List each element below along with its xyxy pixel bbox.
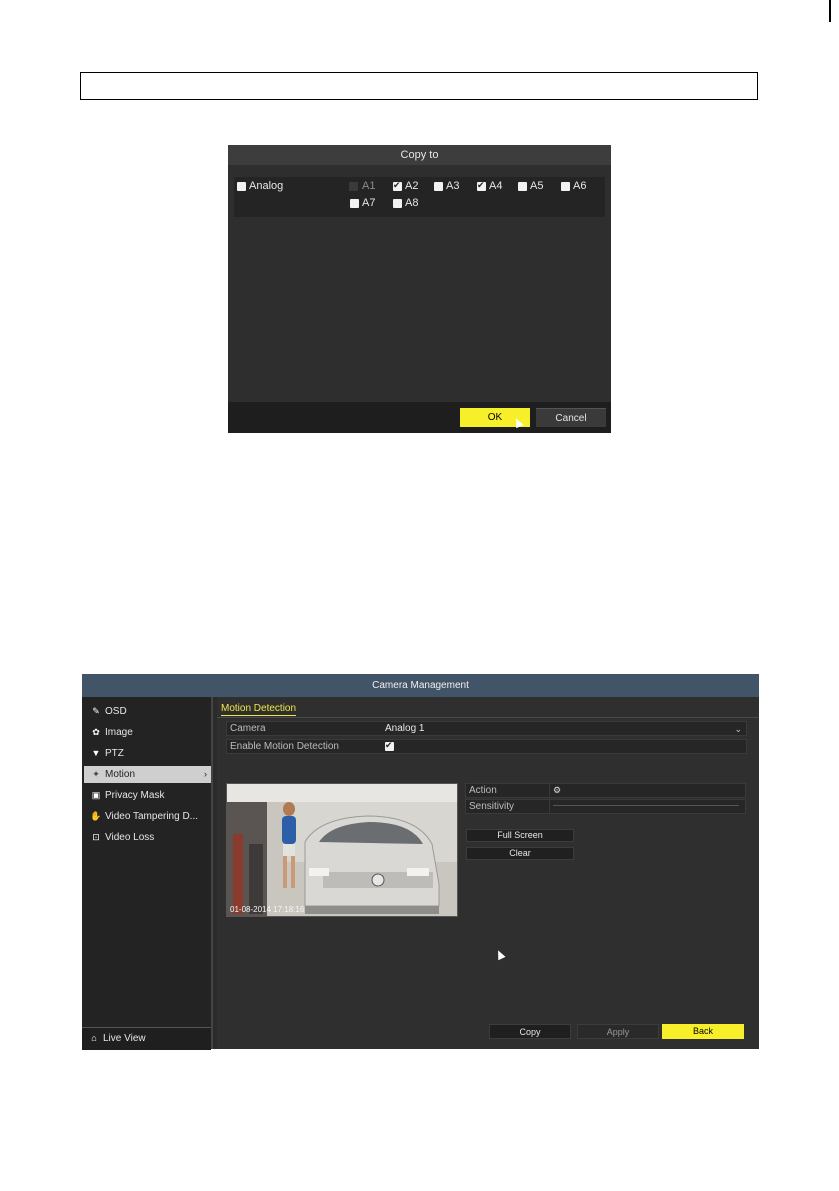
camera-select-value[interactable]: Analog 1	[385, 722, 424, 736]
sidebar-item-video-tampering[interactable]: ✋ Video Tampering D...	[84, 808, 211, 825]
channel-a1-label: A1	[362, 180, 376, 192]
channel-a4-label: A4	[489, 180, 503, 192]
window-title: Camera Management	[82, 674, 759, 697]
channel-a8-checkbox[interactable]	[393, 199, 402, 208]
tab-divider	[217, 717, 759, 718]
sidebar-item-video-loss[interactable]: ⊡ Video Loss	[84, 829, 211, 846]
sidebar-item-privacy-mask[interactable]: ▣ Privacy Mask	[84, 787, 211, 804]
back-button[interactable]: Back	[662, 1024, 744, 1039]
dialog-footer: OK Cancel	[228, 402, 611, 433]
clear-button[interactable]: Clear	[466, 847, 574, 860]
apply-button[interactable]: Apply	[577, 1024, 659, 1039]
live-view-button[interactable]: ⌂ Live View	[82, 1027, 211, 1050]
copy-to-dialog: Copy to Analog A1 A2 A3 A4 A5 A6 A7 A8 O…	[228, 145, 611, 433]
camera-label: Camera	[230, 723, 266, 734]
sidebar-item-label: Video Loss	[105, 832, 155, 843]
divider	[549, 784, 550, 797]
main-panel: Motion Detection Camera Analog 1 ⌄ Enabl…	[217, 697, 759, 1049]
analog-checkbox[interactable]	[237, 182, 246, 191]
channel-a2-label: A2	[405, 180, 419, 192]
live-view-label: Live View	[103, 1033, 146, 1044]
sidebar: ✎ OSD ✿ Image ▼ PTZ ✦ Motion › ▣ Privacy…	[82, 697, 213, 1050]
action-row[interactable]: Action ⚙	[465, 783, 746, 798]
divider	[549, 800, 550, 813]
channel-a3-checkbox[interactable]	[434, 182, 443, 191]
home-icon: ⌂	[91, 1033, 97, 1043]
full-screen-button[interactable]: Full Screen	[466, 829, 574, 842]
page-edge-line	[829, 0, 831, 22]
cancel-button[interactable]: Cancel	[536, 408, 606, 427]
channel-a2-checkbox[interactable]	[393, 180, 402, 191]
camera-select-row[interactable]: Camera Analog 1 ⌄	[226, 721, 747, 736]
preview-timestamp: 01-08-2014 17:18:16	[230, 905, 305, 914]
sidebar-item-osd[interactable]: ✎ OSD	[84, 703, 211, 720]
chevron-down-icon[interactable]: ⌄	[734, 722, 742, 736]
channel-a7-label: A7	[362, 197, 376, 209]
sidebar-item-ptz[interactable]: ▼ PTZ	[84, 745, 211, 762]
channel-a5-checkbox[interactable]	[518, 182, 527, 191]
mask-icon: ▣	[91, 790, 101, 800]
sidebar-item-label: Video Tampering D...	[105, 811, 199, 822]
sidebar-item-label: Motion	[105, 769, 136, 780]
action-label: Action	[469, 785, 497, 796]
sidebar-item-label: PTZ	[105, 748, 124, 759]
sidebar-item-label: Privacy Mask	[105, 790, 165, 801]
copy-button[interactable]: Copy	[489, 1024, 571, 1039]
hand-icon: ✋	[90, 811, 102, 821]
channel-a7-checkbox[interactable]	[350, 199, 359, 208]
dialog-title: Copy to	[228, 145, 611, 165]
channel-a6-checkbox[interactable]	[561, 182, 570, 191]
sidebar-item-label: Image	[105, 727, 133, 738]
channel-a8-label: A8	[405, 197, 419, 209]
ptz-icon: ▼	[91, 748, 101, 758]
sensitivity-label: Sensitivity	[469, 801, 515, 812]
settings-icon[interactable]: ⚙	[553, 784, 561, 797]
page-header-box	[80, 72, 758, 100]
enable-motion-label: Enable Motion Detection	[230, 741, 339, 752]
channel-a4-checkbox[interactable]	[477, 180, 486, 191]
sidebar-item-motion[interactable]: ✦ Motion ›	[84, 766, 211, 783]
channel-a1-checkbox	[349, 182, 358, 191]
preview-image	[227, 784, 457, 916]
channel-a6-label: A6	[573, 180, 587, 192]
channel-selection-row: Analog A1 A2 A3 A4 A5 A6 A7 A8	[234, 177, 605, 217]
channel-a3-label: A3	[446, 180, 460, 192]
palette-icon: ✿	[92, 727, 100, 737]
enable-motion-row: Enable Motion Detection	[226, 739, 747, 754]
analog-label: Analog	[249, 180, 284, 192]
sidebar-item-image[interactable]: ✿ Image	[84, 724, 211, 741]
sensitivity-slider-track[interactable]	[553, 805, 739, 806]
motion-icon: ✦	[92, 769, 100, 779]
chevron-right-icon: ›	[204, 769, 207, 779]
sidebar-item-label: OSD	[105, 706, 127, 717]
enable-motion-checkbox[interactable]	[385, 740, 394, 751]
sensitivity-row[interactable]: Sensitivity	[465, 799, 746, 814]
tab-motion-detection[interactable]: Motion Detection	[221, 703, 297, 716]
camera-management-window: Camera Management ✎ OSD ✿ Image ▼ PTZ ✦ …	[82, 674, 759, 1050]
mouse-cursor-icon	[494, 948, 506, 961]
pencil-icon: ✎	[92, 706, 100, 716]
camera-preview[interactable]: 01-08-2014 17:18:16	[226, 783, 458, 917]
channel-a5-label: A5	[530, 180, 544, 192]
video-loss-icon: ⊡	[92, 832, 100, 842]
live-view-item: ⌂ Live View	[82, 1030, 209, 1047]
